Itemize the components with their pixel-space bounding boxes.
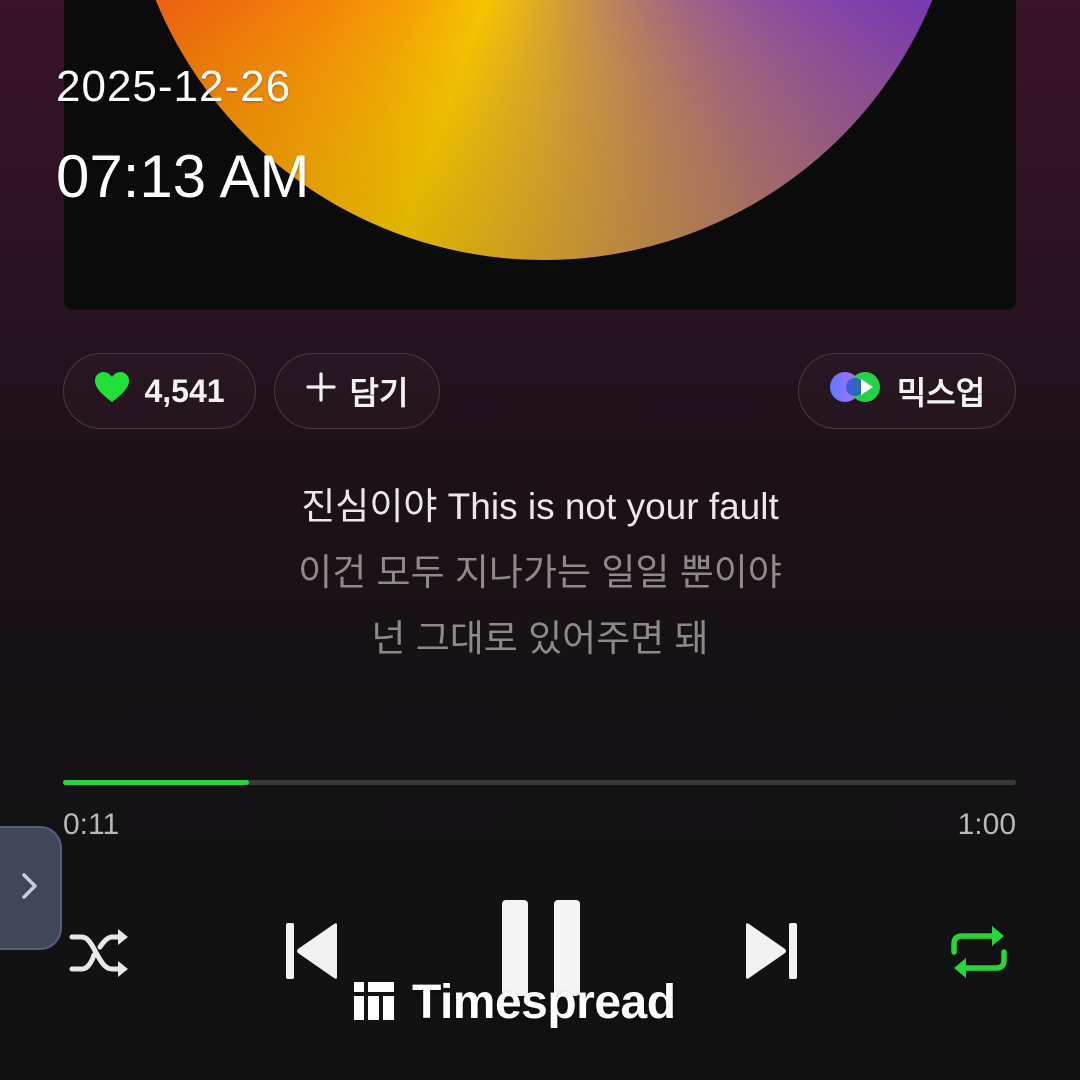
total-duration: 1:00 [957,808,1016,841]
next-track-button[interactable] [742,920,800,982]
timestamp-overlay: 2025-12-26 07:13 AM [56,62,310,211]
lyric-line-next: 넌 그대로 있어주면 돼 [371,618,709,659]
plus-icon [305,372,336,410]
side-panel-tab[interactable] [0,826,62,950]
watermark: Timespread [352,975,676,1029]
lyric-line-next: 이건 모두 지나가는 일일 뿐이야 [298,552,782,593]
progress-bar[interactable] [63,780,1016,785]
like-button[interactable]: 4,541 [63,353,256,429]
heart-icon [94,371,130,411]
timespread-logo-icon [352,978,396,1027]
add-to-playlist-button[interactable]: 담기 [274,353,440,429]
mixup-label: 믹스업 [896,375,986,411]
lyric-line-current: 진심이야 This is not your fault [301,486,779,527]
skip-next-icon [742,923,800,986]
like-count: 4,541 [144,372,225,409]
elapsed-time: 0:11 [63,808,120,841]
lyrics-panel[interactable]: 진심이야 This is not your fault 이건 모두 지나가는 일… [0,474,1080,672]
shuffle-icon [68,929,132,985]
mixup-icon [829,369,889,413]
repeat-button[interactable] [946,922,1012,982]
chevron-right-icon [20,871,40,906]
overlay-date: 2025-12-26 [56,62,292,111]
skip-previous-icon [283,923,341,986]
progress-fill [63,780,249,785]
previous-track-button[interactable] [283,920,341,982]
overlay-time: 07:13 AM [56,143,310,210]
mixup-button[interactable]: 믹스업 [798,353,1016,429]
repeat-icon [946,926,1012,986]
shuffle-button[interactable] [68,925,132,981]
add-label: 담기 [349,375,409,411]
watermark-text: Timespread [412,975,676,1029]
